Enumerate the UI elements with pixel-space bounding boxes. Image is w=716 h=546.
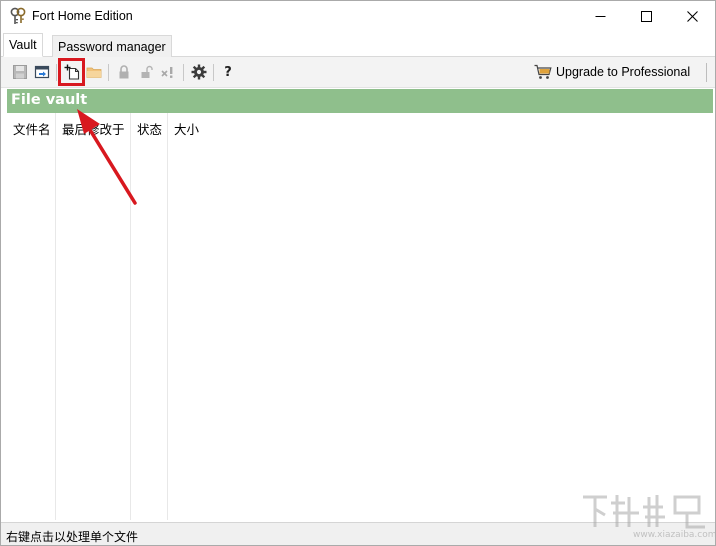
- file-list[interactable]: 文件名 最后修改于 状态 大小: [7, 113, 713, 520]
- tab-password-manager[interactable]: Password manager: [52, 35, 172, 57]
- column-last-modified[interactable]: 最后修改于: [56, 113, 131, 520]
- gear-icon: [191, 64, 207, 80]
- toolbar-grip: [706, 63, 707, 82]
- tab-vault[interactable]: Vault: [3, 33, 43, 57]
- remove-icon: [161, 67, 173, 78]
- title-bar[interactable]: Fort Home Edition: [1, 1, 715, 32]
- close-icon: [686, 11, 698, 22]
- app-window: Fort Home Edition Vault Password manager: [0, 0, 716, 546]
- lock-button[interactable]: [113, 61, 135, 83]
- vault-title: File vault: [11, 92, 88, 108]
- toolbar: ? Upgrade to Professional: [1, 57, 715, 88]
- column-header-last-modified[interactable]: 最后修改于: [62, 119, 125, 138]
- toolbar-separator: [213, 64, 214, 81]
- toolbar-separator: [56, 64, 57, 81]
- toolbar-separator: [108, 64, 109, 81]
- column-header-status[interactable]: 状态: [137, 119, 162, 138]
- save-button[interactable]: [9, 61, 31, 83]
- window-title: Fort Home Edition: [32, 9, 133, 23]
- toolbar-separator: [183, 64, 184, 81]
- close-button[interactable]: [669, 1, 715, 32]
- maximize-button[interactable]: [623, 1, 669, 32]
- column-header-size[interactable]: 大小: [174, 119, 199, 138]
- maximize-icon: [640, 11, 652, 22]
- lock-icon: [119, 65, 129, 79]
- folder-button[interactable]: [83, 61, 105, 83]
- remove-button[interactable]: [157, 61, 179, 83]
- unlock-button[interactable]: [135, 61, 157, 83]
- key-icon: [10, 7, 26, 25]
- status-text: 右键点击以处理单个文件: [6, 530, 139, 544]
- open-vault-button[interactable]: [31, 61, 53, 83]
- tab-bar: Vault Password manager: [1, 32, 715, 57]
- help-button[interactable]: ?: [217, 61, 239, 83]
- watermark-logo: www.xiazaiba.com: [579, 489, 715, 545]
- minimize-button[interactable]: [577, 1, 623, 32]
- help-icon: ?: [224, 64, 232, 80]
- settings-button[interactable]: [188, 61, 210, 83]
- unlock-icon: [141, 65, 153, 78]
- highlight-box: [58, 58, 85, 86]
- column-header-name[interactable]: 文件名: [13, 119, 51, 138]
- watermark-text: www.xiazaiba.com: [633, 530, 716, 540]
- vault-header: File vault: [7, 89, 713, 113]
- upgrade-button[interactable]: Upgrade to Professional: [534, 61, 690, 83]
- column-status[interactable]: 状态: [131, 113, 168, 520]
- folder-icon: [86, 67, 102, 78]
- cart-icon: [534, 64, 552, 79]
- save-icon: [13, 65, 27, 79]
- minimize-icon: [595, 16, 605, 17]
- column-name[interactable]: 文件名: [7, 113, 56, 520]
- column-size[interactable]: 大小: [168, 113, 713, 520]
- upgrade-label: Upgrade to Professional: [556, 65, 691, 79]
- open-vault-icon: [34, 65, 50, 79]
